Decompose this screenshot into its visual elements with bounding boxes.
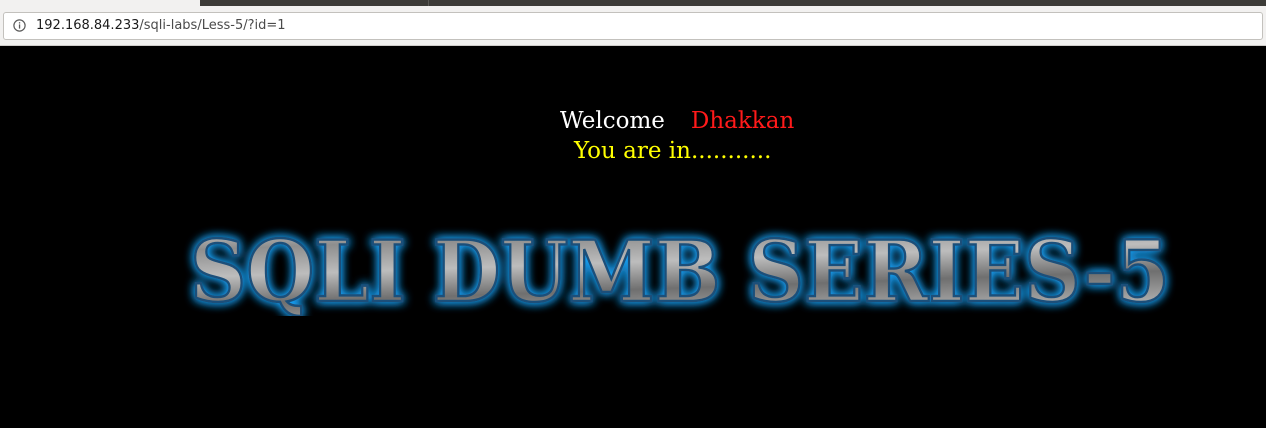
address-bar[interactable]: 192.168.84.233/sqli-labs/Less-5/?id=1 (3, 12, 1263, 40)
username-label: Dhakkan (690, 108, 795, 134)
welcome-line: Welcome Dhakkan (560, 107, 794, 135)
browser-navigation-bar: 192.168.84.233/sqli-labs/Less-5/?id=1 (0, 8, 1266, 46)
tab-bar-background (200, 0, 1266, 6)
tab-separator (428, 0, 429, 6)
welcome-label: Welcome (560, 108, 665, 134)
status-message: You are in........... (574, 138, 772, 164)
address-host: 192.168.84.233 (36, 18, 140, 33)
address-url[interactable]: 192.168.84.233/sqli-labs/Less-5/?id=1 (36, 18, 286, 34)
banner-title-text: SQLI DUMB SERIES-5 (190, 222, 1170, 316)
address-path: /sqli-labs/Less-5/?id=1 (139, 18, 286, 33)
info-circle-icon[interactable] (13, 19, 26, 32)
page-content: Welcome Dhakkan You are in........... SQ… (0, 46, 1266, 428)
banner-title-image: SQLI DUMB SERIES-5 (189, 221, 1172, 316)
window-top-strip (0, 0, 1266, 8)
